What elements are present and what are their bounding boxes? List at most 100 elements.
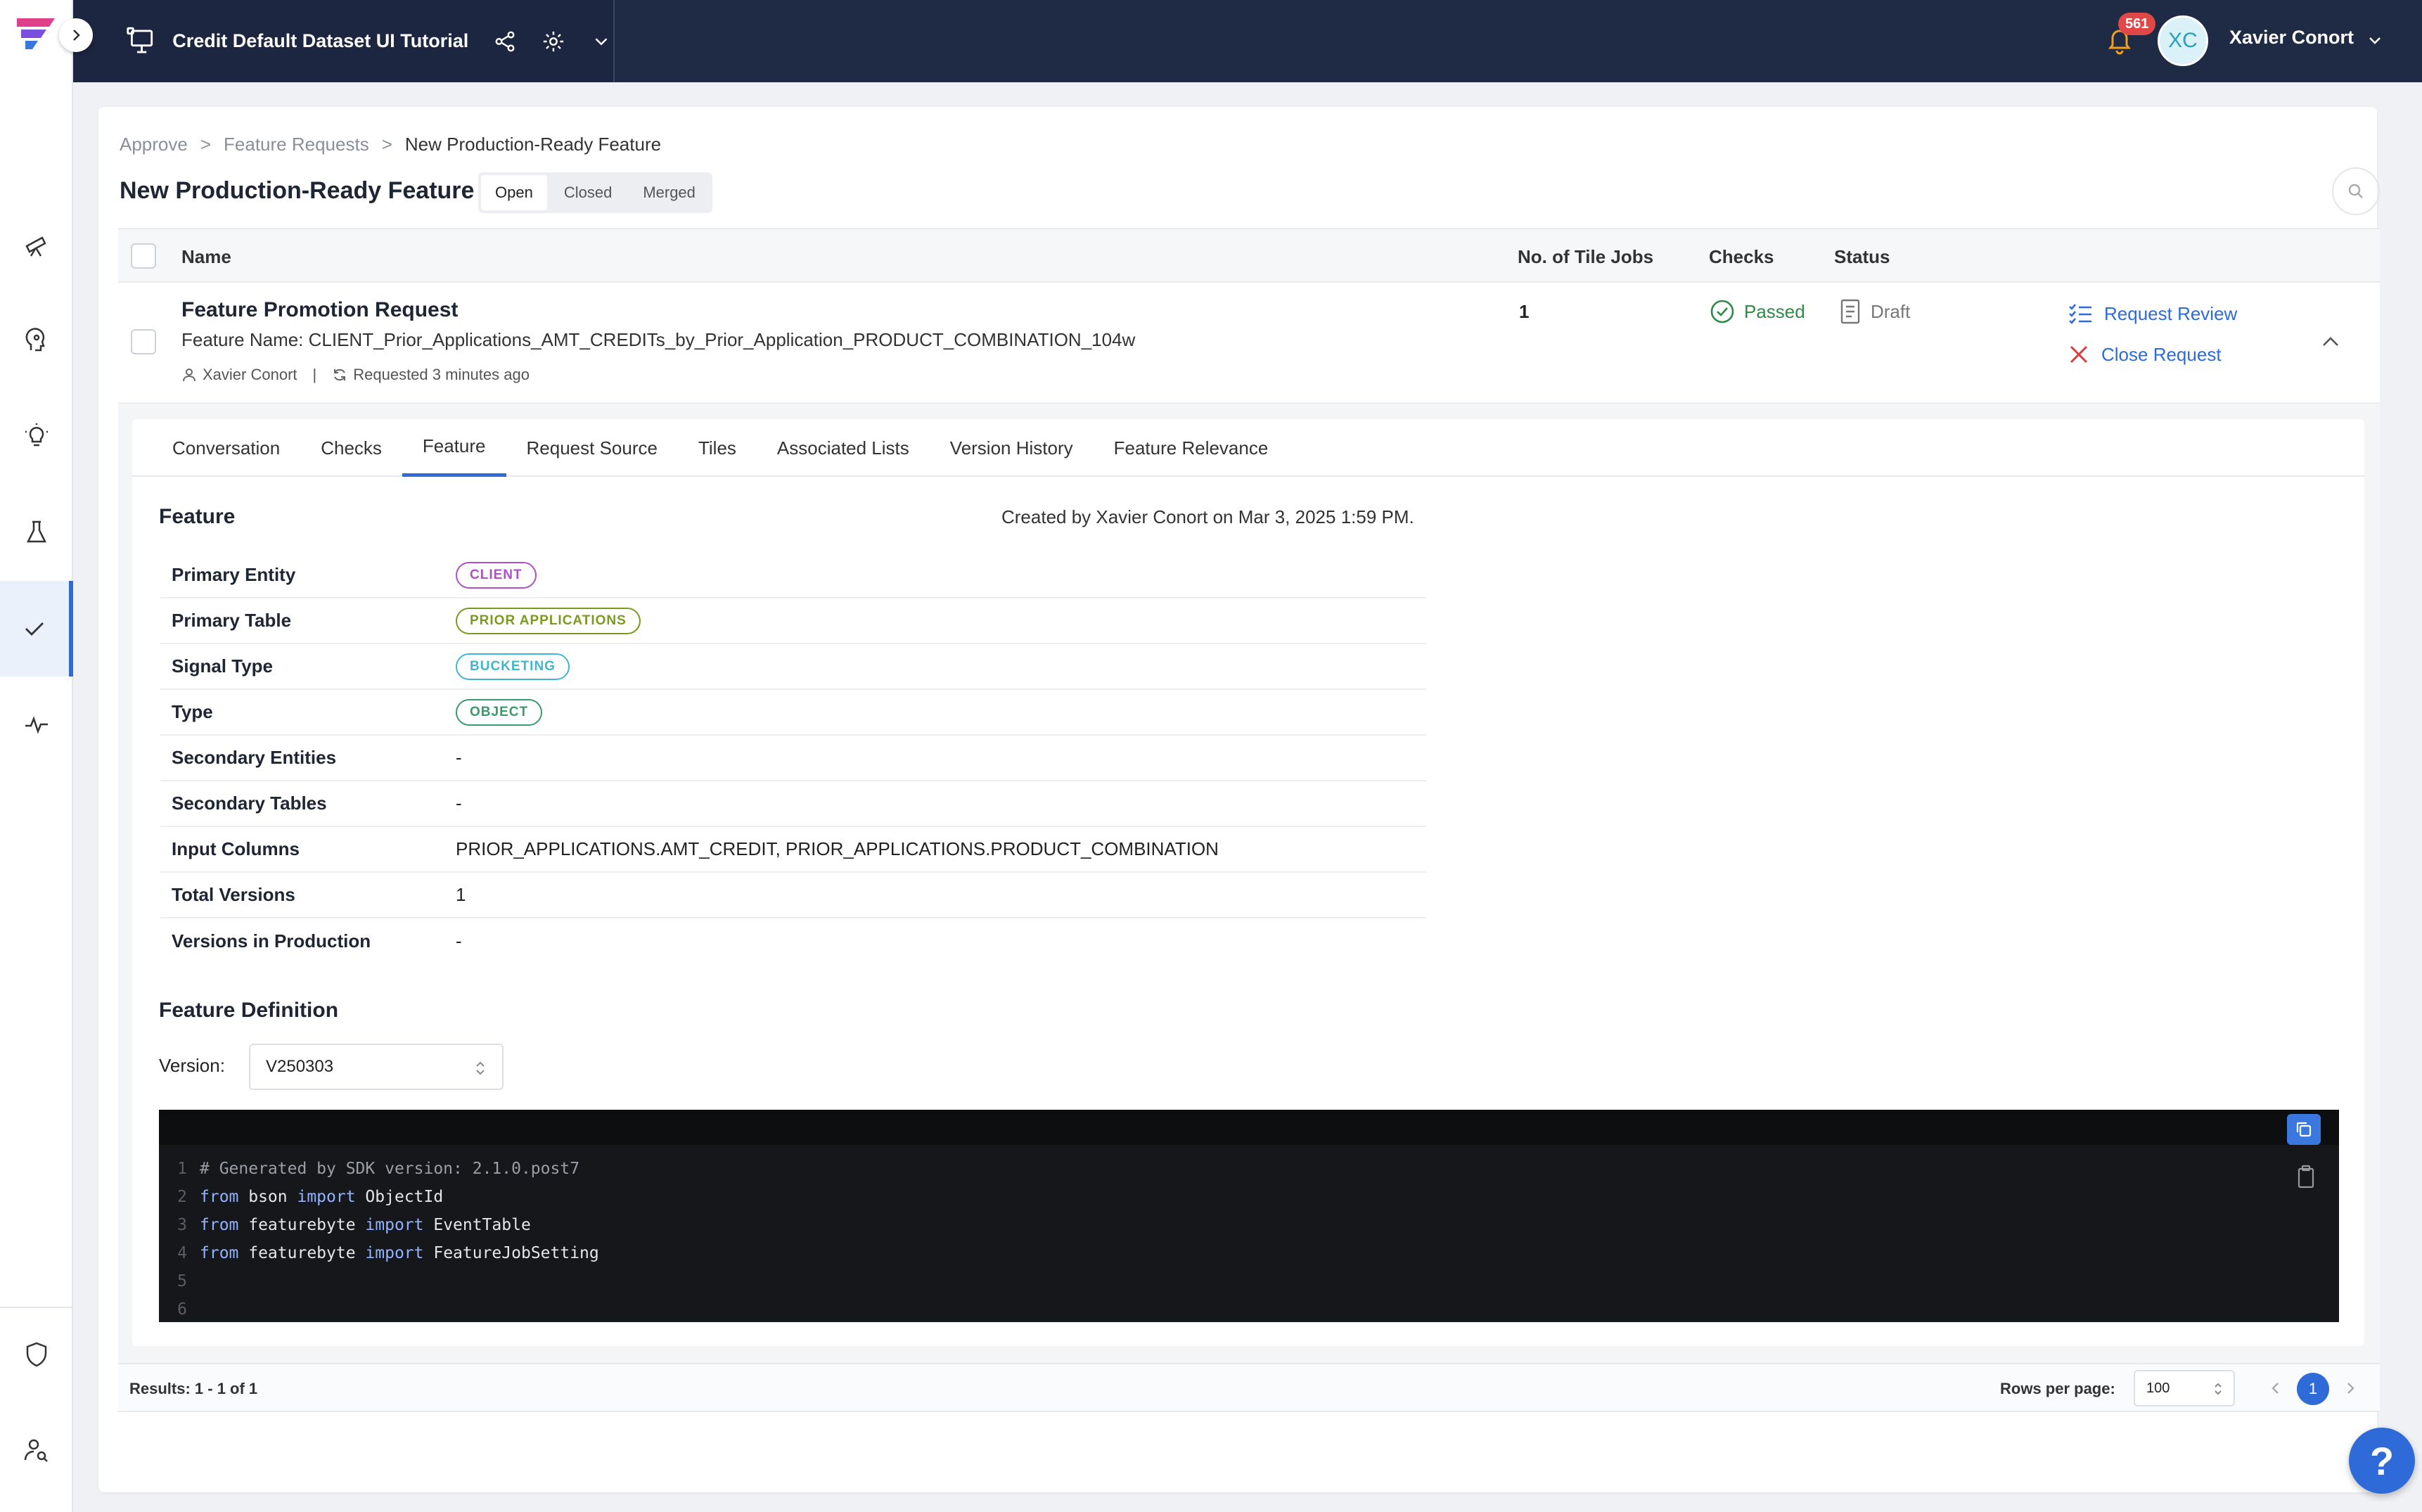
rail-item-ideate[interactable] <box>0 293 73 388</box>
search-button[interactable] <box>2332 167 2380 215</box>
catalog-icon[interactable] <box>125 25 157 58</box>
column-tile-jobs[interactable]: No. of Tile Jobs <box>1518 246 1653 268</box>
chevron-up-icon[interactable] <box>2318 329 2343 354</box>
version-select[interactable]: V250303 <box>249 1044 504 1090</box>
property-value: OBJECT <box>456 698 543 726</box>
breadcrumb-feature-requests[interactable]: Feature Requests <box>224 134 369 155</box>
code-token: # Generated by SDK version: 2.1.0.post7 <box>200 1160 580 1178</box>
table-header: Name No. of Tile Jobs Checks Status <box>118 228 2380 283</box>
column-checks[interactable]: Checks <box>1709 246 1774 268</box>
code-text: from bson import ObjectId <box>200 1188 443 1206</box>
check-icon <box>25 622 44 636</box>
column-name[interactable]: Name <box>181 246 231 268</box>
code-token: bson <box>238 1188 297 1206</box>
close-request-button[interactable]: Close Request <box>2068 343 2222 366</box>
lightbulb-icon <box>25 423 48 447</box>
code-line: 4 from featurebyte import FeatureJobSetti… <box>159 1239 2339 1267</box>
status-label: Draft <box>1871 300 1911 322</box>
refresh-icon <box>334 369 346 381</box>
rail-item-user-search[interactable] <box>0 1402 73 1498</box>
breadcrumb-separator: > <box>381 134 392 155</box>
rail-item-discover[interactable] <box>0 197 73 293</box>
column-status[interactable]: Status <box>1834 246 1890 268</box>
request-review-button[interactable]: Request Review <box>2068 302 2237 325</box>
code-editor[interactable]: 1 # Generated by SDK version: 2.1.0.post7… <box>159 1110 2339 1322</box>
property-pill[interactable]: CLIENT <box>456 561 537 589</box>
property-value: BUCKETING <box>456 653 570 680</box>
code-line: 2 from bson import ObjectId <box>159 1183 2339 1211</box>
checklist-icon <box>2069 304 2091 324</box>
tab-request-source[interactable]: Request Source <box>506 419 678 477</box>
close-request-label: Close Request <box>2101 343 2222 365</box>
property-row: Type OBJECT <box>160 690 1426 736</box>
project-title[interactable]: Credit Default Dataset UI Tutorial <box>172 30 468 52</box>
chevron-right-icon[interactable] <box>2339 1377 2362 1399</box>
share-icon[interactable] <box>494 29 518 54</box>
code-line: 5 <box>159 1267 2339 1295</box>
chevron-left-icon[interactable] <box>2264 1377 2287 1399</box>
notification-badge: 561 <box>2118 13 2156 35</box>
chevron-down-icon[interactable] <box>589 29 613 54</box>
property-row: Primary Table PRIOR APPLICATIONS <box>160 598 1426 644</box>
avatar[interactable]: XC <box>2158 15 2208 66</box>
tab-feature-relevance[interactable]: Feature Relevance <box>1094 419 1289 477</box>
property-value: PRIOR APPLICATIONS <box>456 607 641 634</box>
select-all-checkbox[interactable] <box>131 243 156 269</box>
rail-item-admin[interactable] <box>0 1307 73 1402</box>
status-filter: Open Closed Merged <box>478 172 712 213</box>
close-icon <box>2070 345 2088 364</box>
code-token: import <box>365 1216 424 1234</box>
property-key: Input Columns <box>172 838 300 859</box>
rows-per-page-select[interactable]: 100 <box>2134 1370 2235 1407</box>
shield-icon <box>26 1342 47 1367</box>
tab-associated-lists[interactable]: Associated Lists <box>757 419 930 477</box>
tab-tiles[interactable]: Tiles <box>678 419 757 477</box>
line-number: 5 <box>177 1272 187 1290</box>
row-checkbox[interactable] <box>131 329 156 354</box>
version-label: Version: <box>159 1055 225 1076</box>
breadcrumb-separator: > <box>200 134 212 155</box>
property-key: Type <box>172 701 213 722</box>
chevron-down-icon[interactable] <box>2364 30 2385 51</box>
gear-icon[interactable] <box>542 29 565 54</box>
property-value: PRIOR_APPLICATIONS.AMT_CREDIT, PRIOR_APP… <box>456 838 1219 859</box>
property-key: Versions in Production <box>172 930 371 952</box>
rail-item-approve[interactable] <box>0 581 73 677</box>
filter-merged[interactable]: Merged <box>629 175 710 210</box>
request-meta: Xavier Conort | Requested 3 minutes ago <box>181 366 530 384</box>
detail-tabs: Conversation Checks Feature Request Sour… <box>132 419 2364 477</box>
rail-item-create[interactable] <box>0 388 73 484</box>
page-number-button[interactable]: 1 <box>2297 1373 2329 1405</box>
property-row: Total Versions 1 <box>160 873 1426 918</box>
property-value: CLIENT <box>456 561 537 589</box>
user-search-icon <box>24 1439 48 1462</box>
tab-checks[interactable]: Checks <box>300 419 402 477</box>
expand-sidebar-button[interactable] <box>59 18 93 52</box>
property-pill[interactable]: BUCKETING <box>456 653 570 680</box>
tab-conversation[interactable]: Conversation <box>152 419 300 477</box>
rail-item-monitor[interactable] <box>0 677 73 772</box>
breadcrumb-approve[interactable]: Approve <box>120 134 188 155</box>
feature-section-title: Feature <box>159 505 236 528</box>
logo-icon <box>17 18 55 49</box>
tab-version-history[interactable]: Version History <box>930 419 1094 477</box>
document-icon <box>1840 299 1860 324</box>
clipboard-icon[interactable] <box>2295 1165 2317 1189</box>
property-value: - <box>456 793 462 814</box>
request-title[interactable]: Feature Promotion Request <box>181 298 458 322</box>
line-number: 2 <box>177 1188 187 1206</box>
property-pill[interactable]: PRIOR APPLICATIONS <box>456 607 641 634</box>
copy-code-button[interactable] <box>2287 1114 2321 1145</box>
rail-item-experiment[interactable] <box>0 484 73 579</box>
filter-closed[interactable]: Closed <box>550 175 626 210</box>
line-number: 4 <box>177 1244 187 1262</box>
filter-open[interactable]: Open <box>481 175 547 210</box>
help-button[interactable]: ? <box>2349 1428 2415 1494</box>
tab-feature[interactable]: Feature <box>402 419 506 477</box>
code-text: from featurebyte import FeatureJobSettin… <box>200 1244 599 1262</box>
table-row[interactable]: Feature Promotion Request Feature Name: … <box>118 283 2380 404</box>
line-number: 6 <box>177 1300 187 1319</box>
user-name[interactable]: Xavier Conort <box>2229 27 2354 49</box>
code-token: FeatureJobSetting <box>423 1244 599 1262</box>
property-pill[interactable]: OBJECT <box>456 698 543 726</box>
